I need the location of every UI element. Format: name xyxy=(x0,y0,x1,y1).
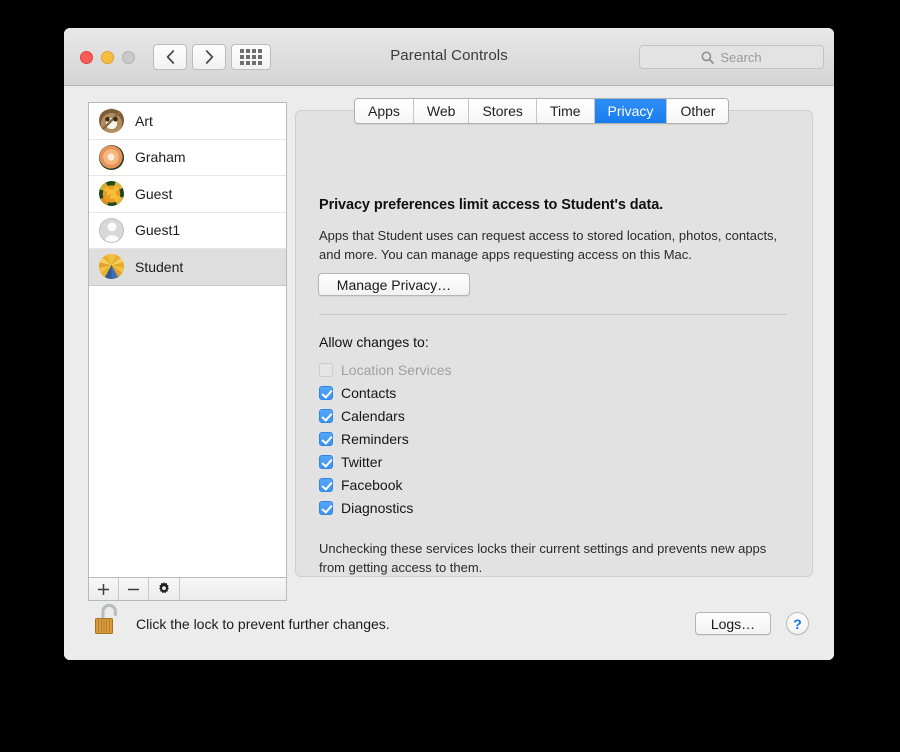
allowed-services-list: Location Services Contacts Calendars Rem… xyxy=(319,358,452,519)
allow-changes-label: Allow changes to: xyxy=(319,334,429,350)
tab-time[interactable]: Time xyxy=(536,99,595,123)
logs-button[interactable]: Logs… xyxy=(695,612,771,635)
plus-icon xyxy=(98,583,109,595)
user-list-item-guest[interactable]: Guest xyxy=(89,176,286,213)
tab-other[interactable]: Other xyxy=(667,99,729,123)
tab-web[interactable]: Web xyxy=(413,99,470,123)
lock-button[interactable] xyxy=(91,600,125,640)
section-divider xyxy=(319,314,787,315)
service-row-facebook[interactable]: Facebook xyxy=(319,473,452,496)
service-row-location-services[interactable]: Location Services xyxy=(319,358,452,381)
unlocked-padlock-icon xyxy=(95,603,117,634)
help-button[interactable]: ? xyxy=(786,612,809,635)
minus-icon xyxy=(128,588,139,590)
tab-privacy[interactable]: Privacy xyxy=(594,99,668,123)
service-row-calendars[interactable]: Calendars xyxy=(319,404,452,427)
rose-photo-avatar xyxy=(99,144,124,170)
service-label: Calendars xyxy=(341,407,405,424)
checkbox-reminders[interactable] xyxy=(319,431,333,446)
cat-photo-avatar xyxy=(99,108,124,134)
service-label: Diagnostics xyxy=(341,499,414,516)
checkbox-facebook[interactable] xyxy=(319,477,333,492)
checkbox-diagnostics[interactable] xyxy=(319,500,333,515)
manage-privacy-button[interactable]: Manage Privacy… xyxy=(318,273,470,296)
user-list-item-graham[interactable]: Graham xyxy=(89,140,286,176)
search-icon xyxy=(701,51,715,64)
user-list-item-student[interactable]: Student xyxy=(89,249,286,286)
default-person-avatar xyxy=(99,217,124,243)
service-label: Twitter xyxy=(341,453,383,470)
user-list-item-art[interactable]: Art xyxy=(89,103,286,140)
poppy-photo-avatar xyxy=(99,181,124,207)
checkbox-twitter[interactable] xyxy=(319,454,333,469)
user-list-toolbar xyxy=(88,577,287,601)
search-field[interactable]: Search xyxy=(639,45,824,69)
checkbox-location-services[interactable] xyxy=(319,362,333,377)
remove-user-button[interactable] xyxy=(119,578,149,600)
tab-apps[interactable]: Apps xyxy=(355,99,414,123)
window-titlebar: Parental Controls Search xyxy=(64,28,834,86)
window-body: Art Graham Guest Guest1 Student Apps Web… xyxy=(64,86,834,660)
user-list-item-guest1[interactable]: Guest1 xyxy=(89,213,286,249)
search-placeholder: Search xyxy=(720,49,762,65)
privacy-headline: Privacy preferences limit access to Stud… xyxy=(319,197,664,213)
parental-controls-window: Parental Controls Search Art Graham Gues… xyxy=(64,28,834,660)
privacy-footnote: Unchecking these services locks their cu… xyxy=(319,541,767,575)
checkbox-contacts[interactable] xyxy=(319,385,333,400)
service-row-diagnostics[interactable]: Diagnostics xyxy=(319,496,452,519)
service-row-reminders[interactable]: Reminders xyxy=(319,427,452,450)
user-name: Graham xyxy=(135,149,186,166)
user-name: Art xyxy=(135,112,153,129)
service-label: Reminders xyxy=(341,430,409,447)
user-name: Guest xyxy=(135,185,173,202)
service-label: Contacts xyxy=(341,384,397,401)
service-label: Location Services xyxy=(341,361,452,378)
privacy-description: Apps that Student uses can request acces… xyxy=(319,228,778,262)
checkbox-calendars[interactable] xyxy=(319,408,333,423)
add-user-button[interactable] xyxy=(89,578,119,600)
tab-stores[interactable]: Stores xyxy=(469,99,537,123)
service-label: Facebook xyxy=(341,476,403,493)
user-settings-button[interactable] xyxy=(149,578,180,600)
user-name: Student xyxy=(135,258,184,275)
service-row-twitter[interactable]: Twitter xyxy=(319,450,452,473)
user-list: Art Graham Guest Guest1 Student xyxy=(88,102,287,577)
gear-icon xyxy=(159,582,169,594)
lock-status-text: Click the lock to prevent further change… xyxy=(136,616,390,632)
sunflower-photo-avatar xyxy=(99,254,124,280)
user-name: Guest1 xyxy=(135,222,181,239)
service-row-contacts[interactable]: Contacts xyxy=(319,381,452,404)
settings-tab-bar: Apps Web Stores Time Privacy Other xyxy=(354,98,730,124)
